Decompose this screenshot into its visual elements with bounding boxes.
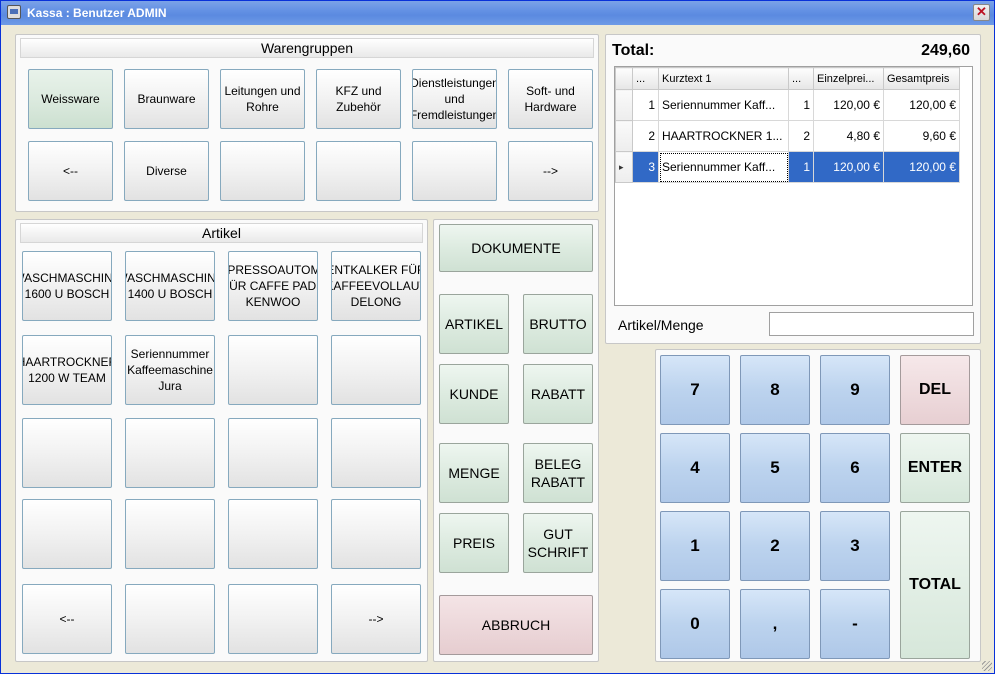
artikel-button-tile[interactable]: <-- — [22, 584, 112, 654]
artikel-menge-input[interactable] — [769, 312, 974, 336]
rabatt-button[interactable]: RABATT — [523, 364, 593, 424]
app-icon — [7, 5, 21, 19]
artikel-button-tile[interactable] — [331, 418, 421, 488]
artikel-button-tile[interactable] — [22, 499, 112, 569]
keypad-key[interactable]: 2 — [740, 511, 810, 581]
artikel-button-tile[interactable]: ESPRESSOAUTOMAT FÜR CAFFE PADS KENWOO — [228, 251, 318, 321]
artikel-button-tile[interactable] — [331, 335, 421, 405]
cell-menge: 1 — [788, 151, 814, 183]
warengruppe-button[interactable]: Soft- und Hardware — [508, 69, 593, 129]
cell-kurztext-current[interactable]: Seriennummer Kaff... — [658, 151, 789, 183]
keypad-key[interactable]: - — [820, 589, 890, 659]
artikel-button-tile[interactable] — [125, 584, 215, 654]
cell-gesamtpreis: 9,60 € — [883, 120, 960, 152]
row-indicator-icon[interactable]: ▸ — [615, 151, 633, 183]
resize-grip[interactable] — [982, 661, 992, 671]
warengruppe-button[interactable]: Leitungen und Rohre — [220, 69, 305, 129]
artikel-header: Artikel — [20, 223, 423, 243]
warengruppe-button[interactable]: --> — [508, 141, 593, 201]
row-header[interactable] — [615, 120, 633, 152]
row-header-corner — [615, 67, 633, 90]
keypad-key[interactable]: 6 — [820, 433, 890, 503]
warengruppe-button[interactable]: Dienstleistungen und Fremdleistungen — [412, 69, 497, 129]
preis-button[interactable]: PREIS — [439, 513, 509, 573]
artikel-button-tile[interactable] — [228, 499, 318, 569]
cell-einzelpreis: 4,80 € — [813, 120, 884, 152]
cell-einzelpreis: 120,00 € — [813, 89, 884, 121]
artikel-button-tile[interactable] — [125, 418, 215, 488]
receipt-grid[interactable]: ... Kurztext 1 ... Einzelprei... Gesamtp… — [614, 66, 973, 306]
warengruppe-button[interactable] — [220, 141, 305, 201]
total-label: Total: — [612, 42, 655, 59]
gutschrift-button[interactable]: GUT SCHRIFT — [523, 513, 593, 573]
warengruppe-button[interactable]: KFZ und Zubehör — [316, 69, 401, 129]
warengruppe-button[interactable] — [316, 141, 401, 201]
keypad-key[interactable]: , — [740, 589, 810, 659]
column-header-einzelpreis[interactable]: Einzelprei... — [813, 67, 884, 90]
keypad-key[interactable]: 4 — [660, 433, 730, 503]
cell-pos: 1 — [632, 89, 659, 121]
artikel-button-tile[interactable] — [125, 499, 215, 569]
cell-menge: 2 — [788, 120, 814, 152]
row-header[interactable] — [615, 89, 633, 121]
cell-pos: 3 — [632, 151, 659, 183]
cell-menge: 1 — [788, 89, 814, 121]
title-bar: Kassa : Benutzer ADMIN ✕ — [1, 1, 994, 25]
artikel-button-tile[interactable]: Seriennummer Kaffeemaschine Jura — [125, 335, 215, 405]
artikel-button-tile[interactable] — [228, 418, 318, 488]
artikel-button-tile[interactable]: ENTKALKER FÜR KAFFEEVOLLAUT DELONG — [331, 251, 421, 321]
menge-button[interactable]: MENGE — [439, 443, 509, 503]
warengruppe-button[interactable]: <-- — [28, 141, 113, 201]
cell-kurztext: HAARTROCKNER 1... — [658, 120, 789, 152]
keypad-key[interactable]: 0 — [660, 589, 730, 659]
warengruppe-button[interactable] — [412, 141, 497, 201]
warengruppen-header: Warengruppen — [20, 38, 594, 58]
beleg-rabatt-button[interactable]: BELEG RABATT — [523, 443, 593, 503]
cell-einzelpreis: 120,00 € — [813, 151, 884, 183]
artikel-button-tile[interactable]: --> — [331, 584, 421, 654]
column-header-kurztext[interactable]: Kurztext 1 — [658, 67, 789, 90]
table-row[interactable]: 2 HAARTROCKNER 1... 2 4,80 € 9,60 € — [615, 120, 960, 152]
table-row[interactable]: 1 Seriennummer Kaff... 1 120,00 € 120,00… — [615, 89, 960, 121]
keypad-key[interactable]: 7 — [660, 355, 730, 425]
cell-pos: 2 — [632, 120, 659, 152]
artikel-button-tile[interactable] — [228, 584, 318, 654]
keypad-key[interactable]: 3 — [820, 511, 890, 581]
del-key[interactable]: DEL — [900, 355, 970, 425]
column-header-gesamtpreis[interactable]: Gesamtpreis — [883, 67, 960, 90]
abbruch-button[interactable]: ABBRUCH — [439, 595, 593, 655]
warengruppe-button[interactable]: Diverse — [124, 141, 209, 201]
window-title: Kassa : Benutzer ADMIN — [27, 6, 167, 20]
artikel-button-tile[interactable]: HAARTROCKNER 1200 W TEAM — [22, 335, 112, 405]
artikel-button[interactable]: ARTIKEL — [439, 294, 509, 354]
cell-gesamtpreis: 120,00 € — [883, 89, 960, 121]
warengruppe-button[interactable]: Weissware — [28, 69, 113, 129]
total-value: 249,60 — [921, 42, 970, 59]
brutto-button[interactable]: BRUTTO — [523, 294, 593, 354]
artikel-button-tile[interactable]: WASCHMASCHINE 1600 U BOSCH — [22, 251, 112, 321]
total-key[interactable]: TOTAL — [900, 511, 970, 659]
keypad-key[interactable]: 1 — [660, 511, 730, 581]
warengruppe-button[interactable]: Braunware — [124, 69, 209, 129]
artikel-button-tile[interactable] — [331, 499, 421, 569]
dokumente-button[interactable]: DOKUMENTE — [439, 224, 593, 272]
keypad-key[interactable]: 8 — [740, 355, 810, 425]
artikel-button-tile[interactable] — [22, 418, 112, 488]
table-row-selected[interactable]: ▸ 3 Seriennummer Kaff... 1 120,00 € 120,… — [615, 151, 960, 183]
receipt-table: ... Kurztext 1 ... Einzelprei... Gesamtp… — [615, 67, 960, 183]
cell-gesamtpreis: 120,00 € — [883, 151, 960, 183]
kunde-button[interactable]: KUNDE — [439, 364, 509, 424]
artikel-button-tile[interactable]: WASCHMASCHINE 1400 U BOSCH — [125, 251, 215, 321]
column-header-pos[interactable]: ... — [632, 67, 659, 90]
close-button[interactable]: ✕ — [973, 4, 990, 21]
keypad-key[interactable]: 9 — [820, 355, 890, 425]
enter-key[interactable]: ENTER — [900, 433, 970, 503]
keypad-key[interactable]: 5 — [740, 433, 810, 503]
artikel-menge-label: Artikel/Menge — [618, 317, 704, 333]
table-header-row: ... Kurztext 1 ... Einzelprei... Gesamtp… — [615, 67, 960, 90]
column-header-menge[interactable]: ... — [788, 67, 814, 90]
pos-window: Kassa : Benutzer ADMIN ✕ Warengruppen We… — [0, 0, 995, 674]
cell-kurztext: Seriennummer Kaff... — [658, 89, 789, 121]
artikel-button-tile[interactable] — [228, 335, 318, 405]
